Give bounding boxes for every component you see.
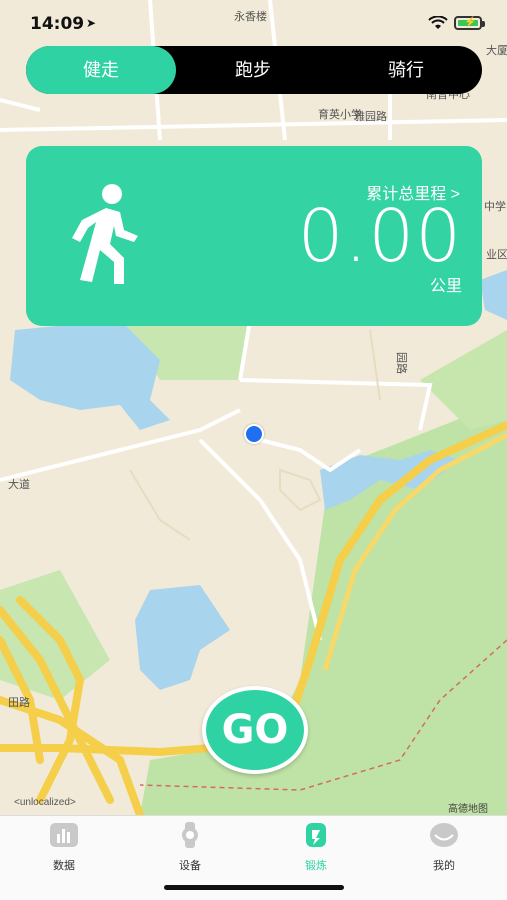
location-arrow-icon: ➤ bbox=[86, 16, 97, 30]
go-button[interactable]: GO bbox=[202, 686, 308, 774]
wifi-icon bbox=[428, 16, 448, 29]
svg-text:大厦: 大厦 bbox=[486, 43, 507, 57]
watch-icon bbox=[182, 822, 198, 848]
home-indicator[interactable] bbox=[164, 885, 344, 890]
distance-value: 0.00 bbox=[297, 194, 462, 278]
chart-icon bbox=[50, 823, 78, 847]
tab-walk[interactable]: 健走 bbox=[26, 46, 176, 94]
profile-icon bbox=[430, 823, 458, 847]
screen: 永香楼 育英小学 雅园路 南普中心 中学 业区 大厦 大道 田路 园路 <unl… bbox=[0, 0, 507, 900]
summary-card: 累计总里程 > 0.00 公里 bbox=[26, 146, 482, 326]
tab-profile[interactable]: 我的 bbox=[404, 822, 484, 873]
tab-profile-label: 我的 bbox=[433, 860, 455, 872]
tab-device-label: 设备 bbox=[179, 860, 201, 872]
workout-icon bbox=[306, 823, 326, 847]
svg-text:园路: 园路 bbox=[395, 352, 408, 374]
svg-text:中学: 中学 bbox=[484, 199, 506, 213]
status-bar: 14:09 ➤ ⚡ bbox=[0, 0, 507, 44]
map-credit: 高德地图 bbox=[448, 804, 488, 815]
tab-workout-label: 锻炼 bbox=[305, 860, 327, 872]
tab-device[interactable]: 设备 bbox=[150, 822, 230, 873]
tab-run[interactable]: 跑步 bbox=[178, 46, 328, 94]
svg-text:大道: 大道 bbox=[8, 477, 30, 491]
distance-unit: 公里 bbox=[429, 278, 462, 295]
current-location-dot bbox=[244, 424, 264, 444]
walking-person-icon bbox=[72, 184, 138, 284]
map-unlocalized-label: <unlocalized> bbox=[14, 797, 76, 808]
tab-data[interactable]: 数据 bbox=[24, 822, 104, 873]
tab-workout[interactable]: 锻炼 bbox=[276, 822, 356, 873]
status-time: 14:09 bbox=[30, 14, 85, 34]
svg-text:雅园路: 雅园路 bbox=[354, 109, 387, 123]
svg-text:业区: 业区 bbox=[486, 248, 507, 261]
mode-tabs: 健走 跑步 骑行 bbox=[26, 46, 482, 94]
svg-text:田路: 田路 bbox=[8, 696, 30, 709]
tab-data-label: 数据 bbox=[53, 860, 75, 872]
tab-cycle[interactable]: 骑行 bbox=[330, 46, 482, 94]
battery-icon: ⚡ bbox=[454, 16, 485, 30]
